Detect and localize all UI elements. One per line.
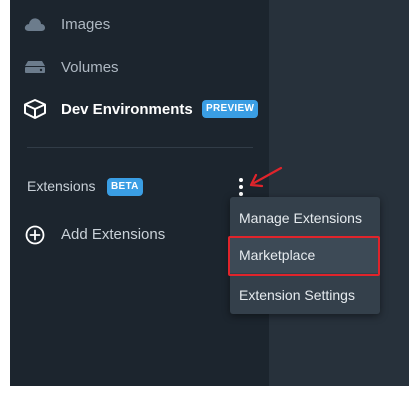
plus-circle-icon: [23, 223, 47, 247]
extensions-label: Extensions: [27, 178, 96, 194]
sidebar-item-label: Dev Environments: [61, 100, 193, 118]
extensions-header: Extensions BETA: [10, 174, 269, 200]
cube-icon: [23, 97, 47, 121]
sidebar-item-dev-environments[interactable]: Dev Environments PREVIEW: [10, 94, 269, 124]
sidebar: Images Volumes Dev Environments PREVIEW: [10, 0, 283, 386]
menu-item-manage-extensions[interactable]: Manage Extensions: [230, 200, 380, 236]
more-options-icon[interactable]: [235, 178, 247, 198]
preview-badge: PREVIEW: [202, 100, 259, 118]
add-extensions-button[interactable]: Add Extensions: [10, 220, 230, 250]
drive-icon: [23, 55, 47, 79]
sidebar-item-volumes[interactable]: Volumes: [10, 52, 269, 82]
menu-item-marketplace[interactable]: Marketplace: [230, 237, 380, 273]
menu-item-extension-settings[interactable]: Extension Settings: [230, 277, 380, 313]
sidebar-divider: [27, 147, 253, 148]
app-window: Images Volumes Dev Environments PREVIEW: [10, 0, 409, 386]
annotation-arrow-icon: [249, 166, 283, 188]
sidebar-item-label: Images: [61, 15, 111, 33]
sidebar-item-label: Volumes: [61, 58, 119, 76]
cloud-icon: [23, 12, 47, 36]
extensions-context-menu: Manage Extensions Marketplace Extension …: [230, 197, 380, 314]
sidebar-item-images[interactable]: Images: [10, 9, 269, 39]
beta-badge: BETA: [107, 178, 143, 196]
add-extensions-label: Add Extensions: [61, 226, 166, 243]
